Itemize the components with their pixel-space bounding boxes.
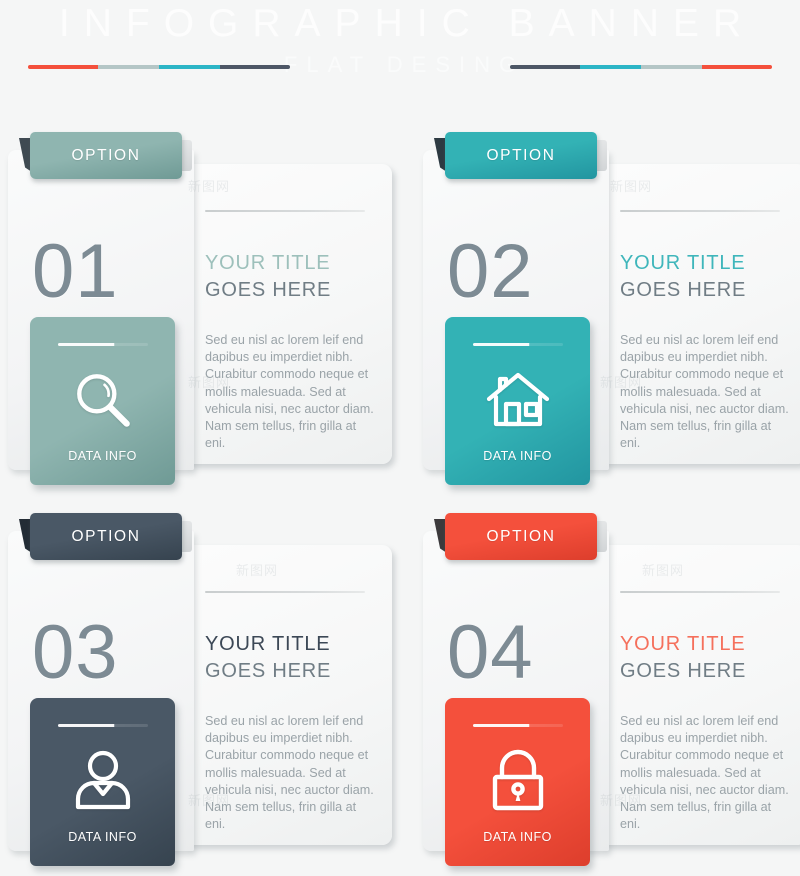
option-ribbon[interactable]: OPTION	[30, 513, 182, 560]
data-info-tile[interactable]: DATA INFO	[445, 317, 590, 485]
content-divider	[620, 591, 780, 593]
card-content-panel: YOUR TITLE GOES HERE Sed eu nisl ac lore…	[183, 545, 392, 845]
card-number: 02	[447, 229, 534, 314]
rule-segment	[580, 65, 641, 69]
card-body-text: Sed eu nisl ac lorem leif end dapibus eu…	[205, 714, 374, 832]
card-number: 01	[32, 229, 119, 314]
option-ribbon[interactable]: OPTION	[445, 513, 597, 560]
card-title-main: YOUR TITLE	[620, 633, 746, 655]
tile-label: DATA INFO	[68, 449, 137, 463]
header-rule-right	[510, 65, 772, 69]
card-title-sub: GOES HERE	[620, 660, 747, 682]
card-title-main: YOUR TITLE	[205, 252, 331, 274]
rule-segment	[219, 65, 290, 69]
rule-segment	[98, 65, 159, 69]
rule-segment	[510, 65, 581, 69]
content-divider	[620, 210, 780, 212]
home-icon	[445, 361, 590, 439]
tile-divider	[473, 343, 563, 346]
card-number: 03	[32, 610, 119, 695]
rule-segment	[701, 65, 772, 69]
card-body-text: Sed eu nisl ac lorem leif end dapibus eu…	[620, 333, 789, 451]
option-ribbon[interactable]: OPTION	[445, 132, 597, 179]
banner-header: INFOGRAPHIC BANNER FLAT DESING	[0, 0, 800, 110]
option-ribbon-label: OPTION	[486, 146, 556, 164]
data-info-tile[interactable]: DATA INFO	[445, 698, 590, 866]
tile-label: DATA INFO	[483, 449, 552, 463]
card-title-main: YOUR TITLE	[620, 252, 746, 274]
rule-segment	[159, 65, 220, 69]
data-info-tile[interactable]: DATA INFO	[30, 317, 175, 485]
rule-segment	[28, 65, 99, 69]
card-content-panel: YOUR TITLE GOES HERE Sed eu nisl ac lore…	[183, 164, 392, 464]
option-card: YOUR TITLE GOES HERE Sed eu nisl ac lore…	[8, 132, 392, 492]
card-title-main: YOUR TITLE	[205, 633, 331, 655]
search-icon	[30, 361, 175, 439]
tile-label: DATA INFO	[68, 830, 137, 844]
option-card: YOUR TITLE GOES HERE Sed eu nisl ac lore…	[423, 513, 800, 873]
page-title: INFOGRAPHIC BANNER	[58, 2, 756, 45]
option-card: YOUR TITLE GOES HERE Sed eu nisl ac lore…	[423, 132, 800, 492]
option-ribbon-label: OPTION	[71, 146, 141, 164]
content-divider	[205, 591, 365, 593]
card-body-text: Sed eu nisl ac lorem leif end dapibus eu…	[205, 333, 374, 451]
option-ribbon-label: OPTION	[71, 527, 141, 545]
tile-label: DATA INFO	[483, 830, 552, 844]
header-rule-left	[28, 65, 290, 69]
rule-segment	[641, 65, 702, 69]
tile-divider	[473, 724, 563, 727]
tile-divider	[58, 343, 148, 346]
option-ribbon[interactable]: OPTION	[30, 132, 182, 179]
card-content-panel: YOUR TITLE GOES HERE Sed eu nisl ac lore…	[598, 545, 800, 845]
lock-icon	[445, 742, 590, 820]
card-title-sub: GOES HERE	[205, 279, 332, 301]
option-ribbon-label: OPTION	[486, 527, 556, 545]
data-info-tile[interactable]: DATA INFO	[30, 698, 175, 866]
card-title-sub: GOES HERE	[620, 279, 747, 301]
card-title-sub: GOES HERE	[205, 660, 332, 682]
card-content-panel: YOUR TITLE GOES HERE Sed eu nisl ac lore…	[598, 164, 800, 464]
user-icon	[30, 742, 175, 820]
content-divider	[205, 210, 365, 212]
card-number: 04	[447, 610, 534, 695]
card-body-text: Sed eu nisl ac lorem leif end dapibus eu…	[620, 714, 789, 832]
tile-divider	[58, 724, 148, 727]
option-card: YOUR TITLE GOES HERE Sed eu nisl ac lore…	[8, 513, 392, 873]
